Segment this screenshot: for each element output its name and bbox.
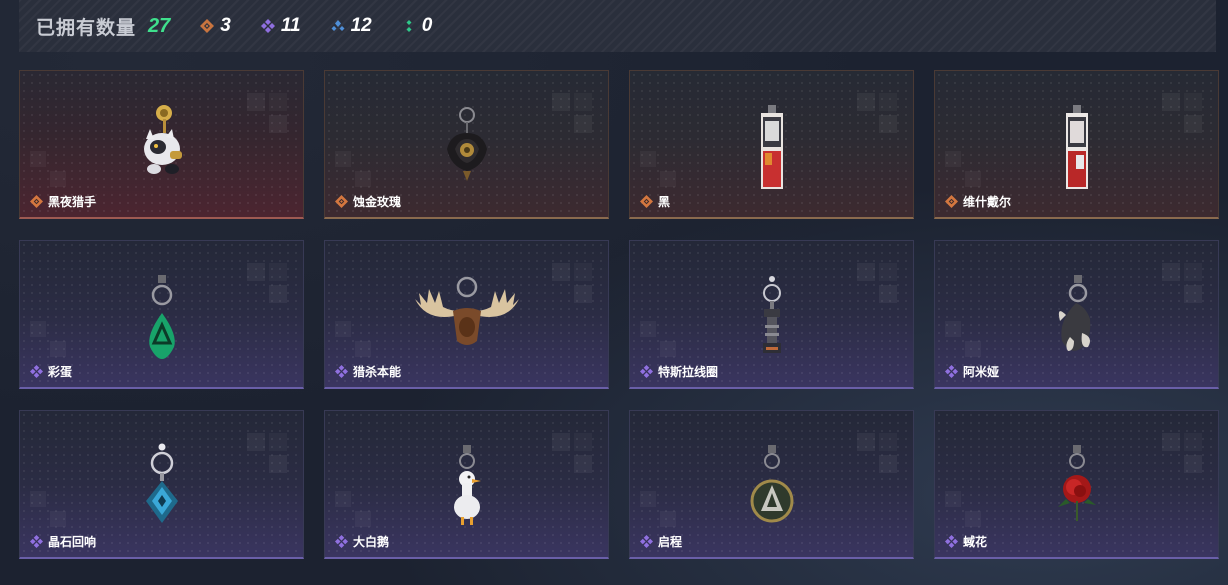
blue-rarity-stat: 12 [331,15,372,37]
charm-name: 彩蛋 [30,363,72,380]
charm-name: 蚀金玫瑰 [335,193,401,210]
charm-card[interactable]: 大白鹅 [324,410,609,559]
purple-rarity-icon [640,535,653,548]
orange-rarity-icon [335,195,348,208]
goose-charm-icon [453,445,481,525]
charm-name: 晶石回响 [30,533,96,550]
charm-name-text: 阿米娅 [963,365,1000,379]
card-tag-charm-icon [760,105,783,189]
purple-rarity-count: 11 [280,15,301,36]
charm-card[interactable]: 阿米娅 [934,240,1219,389]
charm-name-text: 启程 [658,535,683,549]
charm-card[interactable]: 黑夜猎手 [19,70,304,219]
purple-rarity-icon [30,535,43,548]
charm-name-text: 蜮花 [963,535,988,549]
green-dots-icon [406,20,412,32]
blue-diamonds-icon [331,20,345,31]
charm-name: 启程 [640,533,682,550]
tesla-coil-charm-icon [762,276,781,353]
green-egg-charm-icon [148,275,175,359]
orange-rarity-icon [640,195,653,208]
charm-name-text: 维什戴尔 [963,195,1012,209]
bunny-charm-icon [1058,275,1090,351]
purple-rarity-icon [945,365,958,378]
charm-name-text: 蚀金玫瑰 [353,195,402,209]
card-tag-charm-icon [1065,105,1088,189]
charm-name: 猎杀本能 [335,363,401,380]
charm-name-text: 晶石回响 [48,535,97,549]
charm-card[interactable]: 蜮花 [934,410,1219,559]
charm-name: 阿米娅 [945,363,999,380]
black-cat-charm-icon [143,105,182,174]
purple-rarity-stat: 11 [260,15,301,37]
charm-name: 大白鹅 [335,533,389,550]
blue-rarity-count: 12 [350,15,372,36]
charm-card[interactable]: 彩蛋 [19,240,304,389]
collection-header: 已拥有数量 27 3 11 12 0 [19,0,1216,52]
charm-card[interactable]: 晶石回响 [19,410,304,559]
owned-count-value: 27 [148,14,171,37]
purple-rarity-icon [335,365,348,378]
orange-rarity-icon [945,195,958,208]
charm-name: 蜮花 [945,533,987,550]
charm-name-text: 大白鹅 [353,535,390,549]
charm-name: 黑夜猎手 [30,193,96,210]
red-rose-charm-icon [1057,445,1096,521]
crystal-charm-icon [145,443,178,523]
charm-name: 特斯拉线圈 [640,363,718,380]
medallion-charm-icon [750,445,793,523]
charm-card[interactable]: 黑 [629,70,914,219]
orange-rarity-stat: 3 [200,15,231,37]
green-rarity-count: 0 [421,15,433,36]
charm-name-text: 黑夜猎手 [48,195,97,209]
charm-name-text: 猎杀本能 [353,365,402,379]
purple-rarity-icon [30,365,43,378]
charm-name-text: 特斯拉线圈 [658,365,719,379]
orange-rarity-count: 3 [220,15,231,36]
charm-card[interactable]: 启程 [629,410,914,559]
purple-clover-icon [260,19,275,33]
owned-count-label: 已拥有数量 [36,17,137,39]
orange-rarity-icon [30,195,43,208]
purple-rarity-icon [945,535,958,548]
charm-card[interactable]: 维什戴尔 [934,70,1219,219]
charm-card[interactable]: 猎杀本能 [324,240,609,389]
charm-name-text: 彩蛋 [48,365,73,379]
purple-rarity-icon [640,365,653,378]
moose-antler-charm-icon [414,276,519,345]
charm-card[interactable]: 蚀金玫瑰 [324,70,609,219]
charm-card[interactable]: 特斯拉线圈 [629,240,914,389]
green-rarity-stat: 0 [402,15,433,37]
charm-name-text: 黑 [658,195,671,209]
purple-rarity-icon [335,535,348,548]
orange-diamond-icon [200,19,215,33]
charm-name: 黑 [640,193,670,210]
black-gold-rose-charm-icon [446,107,487,181]
charm-name: 维什戴尔 [945,193,1011,210]
